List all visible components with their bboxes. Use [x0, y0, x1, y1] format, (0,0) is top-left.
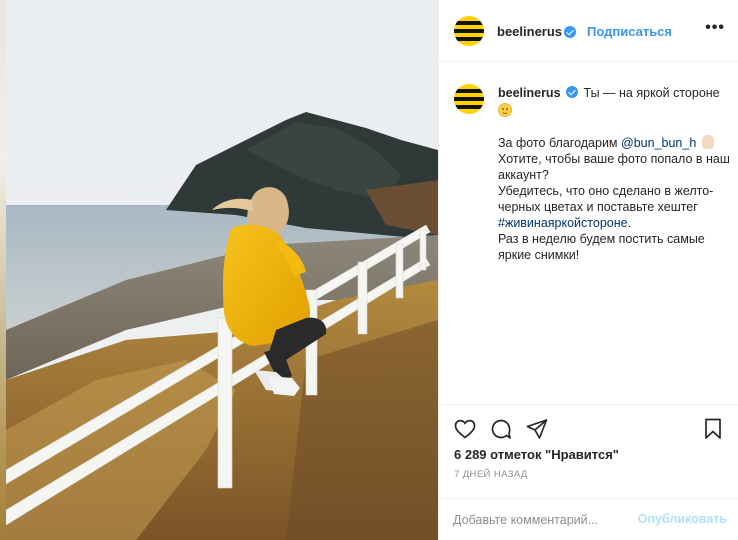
post-side-panel: beelinerus • Подписаться ••• beelinerus …	[438, 0, 738, 540]
heart-icon[interactable]	[453, 417, 477, 441]
follow-button[interactable]: Подписаться	[587, 24, 672, 39]
bookmark-icon[interactable]	[701, 417, 725, 441]
post-photo[interactable]	[6, 0, 438, 540]
publish-button[interactable]: Опубликовать	[638, 512, 727, 526]
hashtag-link[interactable]: #живинаяркойстороне	[498, 216, 628, 230]
author-username[interactable]: beelinerus	[497, 24, 562, 39]
comment-input[interactable]	[453, 507, 643, 533]
author-avatar[interactable]	[454, 16, 484, 46]
caption-thanks-text: За фото благодарим	[498, 136, 618, 150]
caption-instructions-text: Убедитесь, что оно сделано в желто-черны…	[498, 184, 714, 214]
caption-avatar[interactable]	[454, 84, 484, 114]
caption-period: .	[627, 216, 632, 230]
verified-badge-icon	[564, 26, 576, 38]
photo-scene	[6, 0, 438, 540]
wave-hand-emoji-icon	[701, 135, 714, 149]
comments-area: beelinerus Ты — на яркой стороне За фото…	[439, 62, 738, 404]
comment-icon[interactable]	[489, 417, 513, 441]
post-date[interactable]: 7 дней назад	[454, 469, 528, 480]
share-icon[interactable]	[525, 417, 549, 441]
caption-headline: Ты — на яркой стороне	[583, 86, 720, 100]
caption-username[interactable]: beelinerus	[498, 86, 561, 100]
more-options-icon[interactable]: •••	[705, 20, 725, 36]
post-actions: 6 289 отметок "Нравится" 7 дней назад	[439, 404, 738, 498]
mention-link[interactable]: @bun_bun_h	[621, 136, 696, 150]
caption-verified-badge-icon	[566, 86, 579, 98]
likes-count[interactable]: 6 289 отметок "Нравится"	[454, 447, 619, 462]
add-comment-bar: Опубликовать	[439, 498, 738, 540]
post-header: beelinerus • Подписаться •••	[439, 0, 738, 62]
smile-emoji-icon	[498, 103, 512, 117]
caption-weekly-text: Раз в неделю будем постить самые яркие с…	[498, 232, 705, 262]
post-caption: beelinerus Ты — на яркой стороне За фото…	[498, 85, 733, 263]
caption-question-text: Хотите, чтобы ваше фото попало в наш акк…	[498, 152, 730, 182]
